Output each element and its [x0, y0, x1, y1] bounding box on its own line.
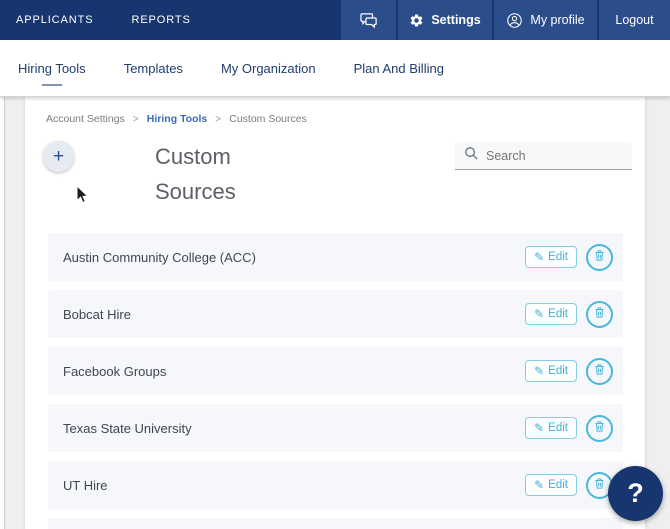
top-navigation-bar: APPLICANTS REPORTS Settings My profile L…	[0, 0, 670, 40]
edit-button[interactable]: ✎ Edit	[525, 303, 577, 325]
delete-button[interactable]	[586, 300, 613, 328]
help-button[interactable]: ?	[608, 466, 663, 521]
source-row: Facebook Groups ✎ Edit	[48, 347, 623, 395]
source-row: Austin Community College (ACC) ✎ Edit	[48, 233, 623, 281]
trash-icon	[593, 363, 606, 379]
profile-icon	[506, 12, 523, 29]
trash-icon	[593, 477, 606, 493]
delete-button[interactable]	[586, 243, 613, 271]
edit-button-label: Edit	[548, 365, 568, 377]
source-row: ✎ Edit	[48, 518, 623, 529]
tab-plan-and-billing[interactable]: Plan And Billing	[354, 51, 444, 86]
edit-button-label: Edit	[548, 251, 568, 263]
breadcrumb-hiring-tools[interactable]: Hiring Tools	[147, 113, 207, 125]
breadcrumb: Account Settings > Hiring Tools > Custom…	[46, 113, 307, 125]
top-nav-left: APPLICANTS REPORTS	[0, 0, 339, 40]
row-actions: ✎ Edit	[525, 471, 613, 499]
search-field[interactable]	[455, 142, 632, 170]
edit-button[interactable]: ✎ Edit	[525, 474, 577, 496]
source-name: Texas State University	[63, 420, 192, 436]
edit-button-label: Edit	[548, 479, 568, 491]
source-row: UT Hire ✎ Edit	[48, 461, 623, 509]
nav-applicants[interactable]: APPLICANTS	[16, 14, 93, 26]
settings-button[interactable]: Settings	[396, 0, 492, 40]
add-source-button[interactable]: +	[43, 141, 74, 172]
logout-button[interactable]: Logout	[597, 0, 670, 40]
breadcrumb-custom-sources: Custom Sources	[229, 113, 307, 125]
my-profile-label: My profile	[530, 13, 585, 27]
tab-templates[interactable]: Templates	[124, 51, 183, 86]
pencil-icon: ✎	[534, 364, 545, 378]
nav-reports[interactable]: REPORTS	[131, 14, 190, 26]
row-actions: ✎ Edit	[525, 414, 613, 442]
source-row: Texas State University ✎ Edit	[48, 404, 623, 452]
edit-button[interactable]: ✎ Edit	[525, 417, 577, 439]
delete-button[interactable]	[586, 357, 613, 385]
top-nav-right: Settings My profile Logout	[339, 0, 670, 40]
edit-button[interactable]: ✎ Edit	[525, 360, 577, 382]
search-icon	[464, 146, 479, 166]
trash-icon	[593, 306, 606, 322]
source-name: Bobcat Hire	[63, 306, 131, 322]
source-name: Facebook Groups	[63, 363, 167, 379]
trash-icon	[593, 420, 606, 436]
edit-button-label: Edit	[548, 308, 568, 320]
chat-bubbles-icon	[359, 11, 379, 29]
page-title: Custom Sources	[155, 144, 236, 204]
trash-icon	[593, 249, 606, 265]
edit-button-label: Edit	[548, 422, 568, 434]
chat-button[interactable]	[339, 0, 396, 40]
breadcrumb-separator: >	[132, 113, 139, 125]
source-row: Bobcat Hire ✎ Edit	[48, 290, 623, 338]
logout-label: Logout	[615, 13, 654, 27]
pencil-icon: ✎	[534, 250, 545, 264]
row-actions: ✎ Edit	[525, 300, 613, 328]
tab-hiring-tools[interactable]: Hiring Tools	[18, 51, 86, 86]
edit-button[interactable]: ✎ Edit	[525, 246, 577, 268]
tab-my-organization[interactable]: My Organization	[221, 51, 316, 86]
my-profile-button[interactable]: My profile	[492, 0, 597, 40]
search-input[interactable]	[486, 148, 623, 163]
settings-tab-bar: Hiring Tools Templates My Organization P…	[0, 40, 670, 97]
source-name: Austin Community College (ACC)	[63, 249, 256, 265]
settings-label: Settings	[431, 13, 481, 27]
row-actions: ✎ Edit	[525, 243, 613, 271]
breadcrumb-account-settings[interactable]: Account Settings	[46, 113, 125, 125]
gear-icon	[409, 13, 424, 28]
page-left-gutter	[0, 97, 5, 529]
delete-button[interactable]	[586, 414, 613, 442]
pencil-icon: ✎	[534, 307, 545, 321]
row-actions: ✎ Edit	[525, 357, 613, 385]
breadcrumb-separator: >	[215, 113, 222, 125]
pencil-icon: ✎	[534, 478, 545, 492]
source-list: Austin Community College (ACC) ✎ Edit Bo…	[48, 233, 623, 529]
pencil-icon: ✎	[534, 421, 545, 435]
source-name: UT Hire	[63, 477, 108, 493]
custom-sources-panel: Account Settings > Hiring Tools > Custom…	[25, 97, 645, 529]
